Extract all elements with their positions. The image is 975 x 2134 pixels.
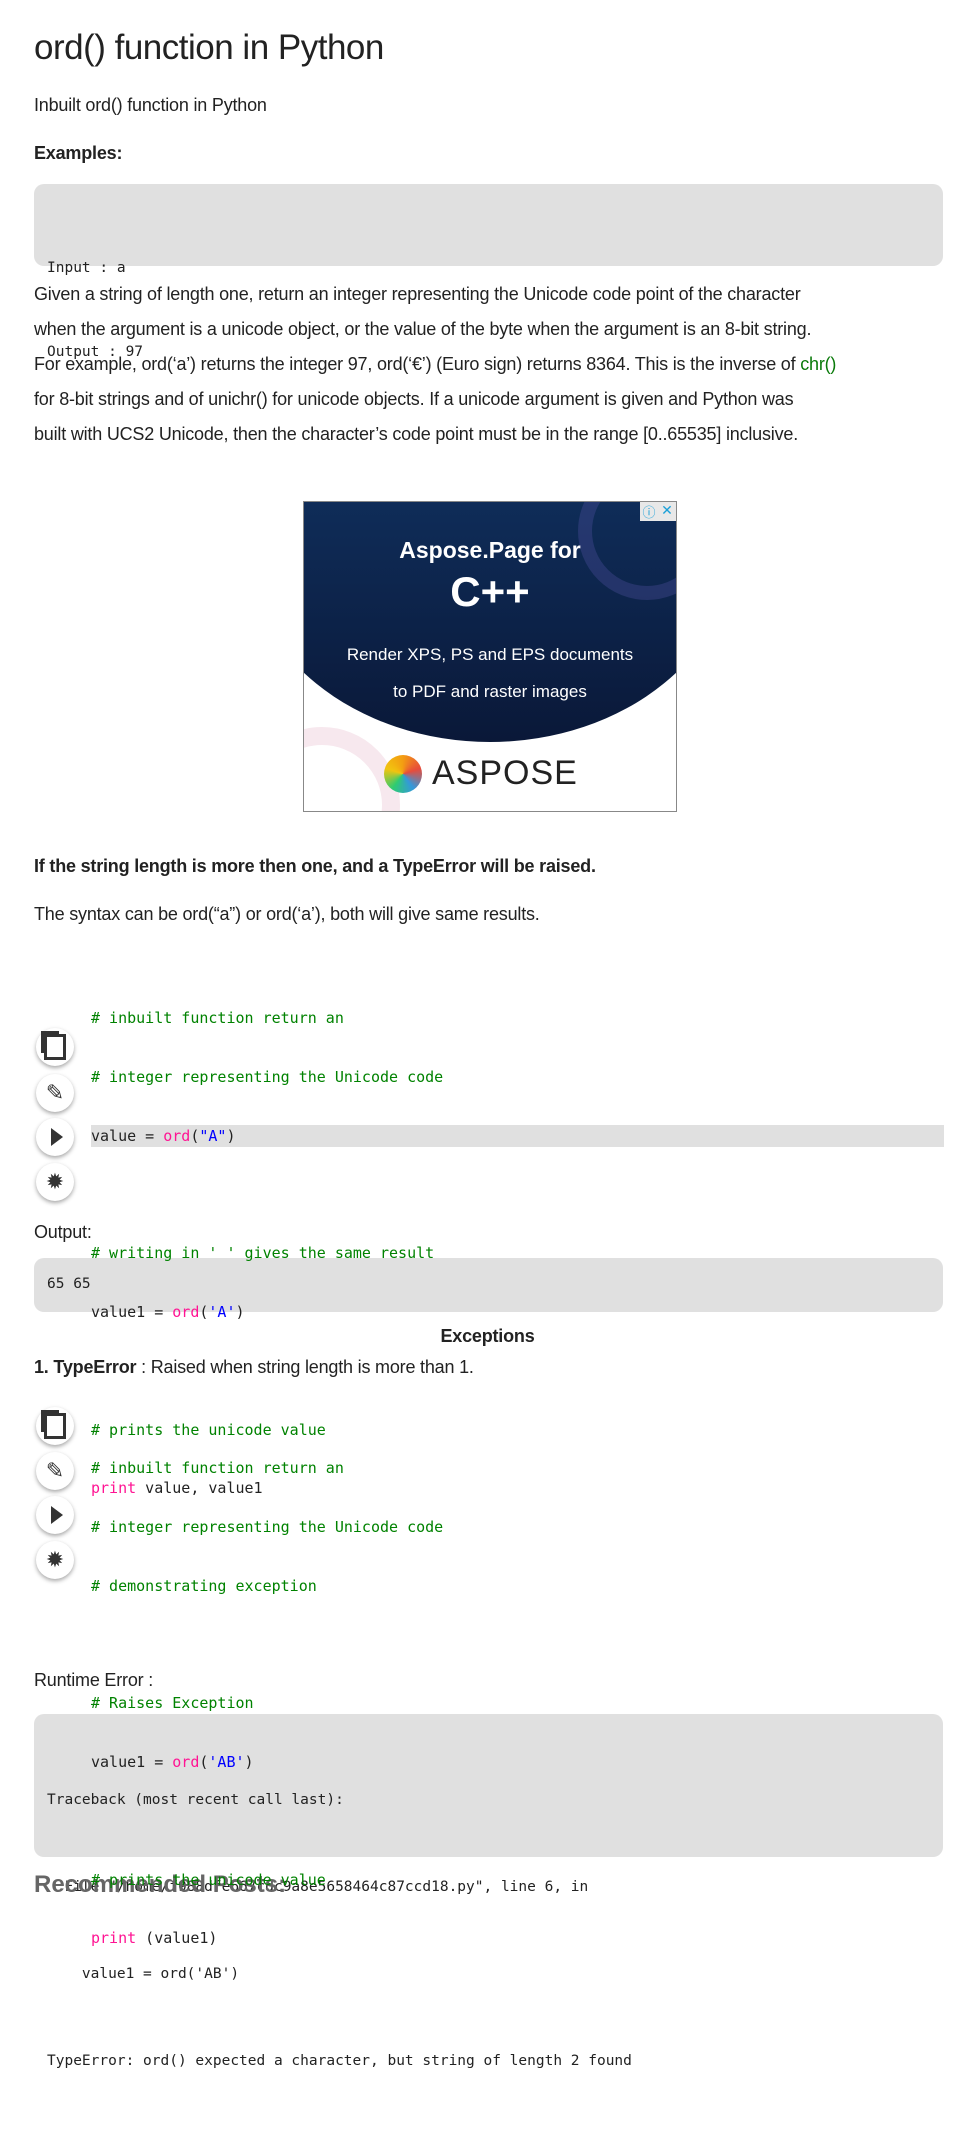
code-string: 'AB' [208,1752,245,1771]
code-line: value1 = ord('AB') [91,1751,443,1774]
code-text: value1 = [91,1752,173,1771]
code-text: value1 = [91,1302,173,1321]
code-keyword: print [91,1929,137,1948]
description-line: when the argument is a unicode object, o… [34,319,812,339]
examples-label: Examples: [34,143,123,163]
output-value: 65 65 [47,1276,91,1292]
edit-button[interactable]: ✎ [36,1452,74,1490]
code-comment: # inbuilt function return an [91,1459,344,1477]
code-keyword: ord [172,1302,200,1321]
copy-button[interactable] [36,1407,74,1445]
edit-button[interactable]: ✎ [36,1074,74,1112]
copy-button[interactable] [36,1028,74,1066]
pencil-icon: ✎ [45,1458,65,1483]
code-text: ) [244,1752,254,1771]
brightness-icon: ✹ [45,1169,65,1194]
brightness-icon: ✹ [45,1547,65,1572]
code-comment: # integer representing the Unicode code [91,1517,444,1536]
info-icon[interactable]: ⓘ [640,502,658,521]
example-box: Input : a Output : 97 [34,184,943,360]
play-icon [51,1506,63,1524]
close-icon[interactable]: ✕ [658,502,676,521]
subtitle: Inbuilt ord() function in Python [34,95,267,115]
pencil-icon: ✎ [45,1080,65,1105]
description-line: for 8-bit strings and of unichr() for un… [34,389,794,409]
code-string: "A" [199,1126,227,1145]
code-line-highlighted: value = ord("A") [91,1124,944,1148]
play-icon [51,1128,63,1146]
description-line: built with UCS2 Unicode, then the charac… [34,424,798,444]
ad-text: Render XPS, PS and EPS documents [346,645,634,664]
run-button[interactable] [36,1496,74,1534]
ad-brand: ASPOSE [432,754,578,792]
code-keyword: ord [172,1752,200,1771]
code-comment: # integer representing the Unicode code [91,1067,444,1086]
code-comment: # demonstrating exception [91,1576,317,1595]
description-line: Given a string of length one, return an … [34,284,801,304]
theme-toggle-button[interactable]: ✹ [36,1163,74,1201]
advertisement[interactable]: ⓘ ✕ Aspose.Page for C++ Render XPS, PS a… [303,501,677,812]
code-text: ) [235,1302,245,1321]
description: Given a string of length one, return an … [34,277,836,452]
traceback-line: TypeError: ord() expected a character, b… [47,2053,632,2069]
ad-text: to PDF and raster images [393,682,587,701]
chr-link[interactable]: chr() [800,354,836,374]
theme-toggle-button[interactable]: ✹ [36,1541,74,1579]
code-comment: # writing in ' ' gives the same result [91,1244,435,1263]
copy-icon [44,1034,66,1060]
output-label: Output: [34,1222,92,1242]
copy-icon [44,1413,66,1439]
typeerror-note: If the string length is more then one, a… [34,856,596,876]
syntax-text: The syntax can be ord(“a”) or ord(‘a’), … [34,904,540,924]
description-line: For example, ord(‘a’) returns the intege… [34,354,801,374]
code-text: (value1) [136,1929,218,1948]
code-line: value1 = ord('A') [91,1301,944,1324]
aspose-logo-icon [384,754,422,793]
code-text: ) [226,1126,236,1145]
ad-product: C++ [450,568,530,615]
page-title: ord() function in Python [34,28,384,67]
code-comment: # prints the unicode value [91,1870,326,1889]
code-text: value = [91,1126,164,1145]
code-comment: # inbuilt function return an [91,1009,344,1027]
ad-headline: Aspose.Page for [399,537,581,563]
code-line: print (value1) [91,1927,443,1950]
code-block-2: # inbuilt function return an # integer r… [91,1421,443,1968]
code-keyword: ord [163,1126,191,1145]
code-string: 'A' [208,1302,236,1321]
code-comment: # Raises Exception [91,1694,254,1713]
run-button[interactable] [36,1118,74,1156]
